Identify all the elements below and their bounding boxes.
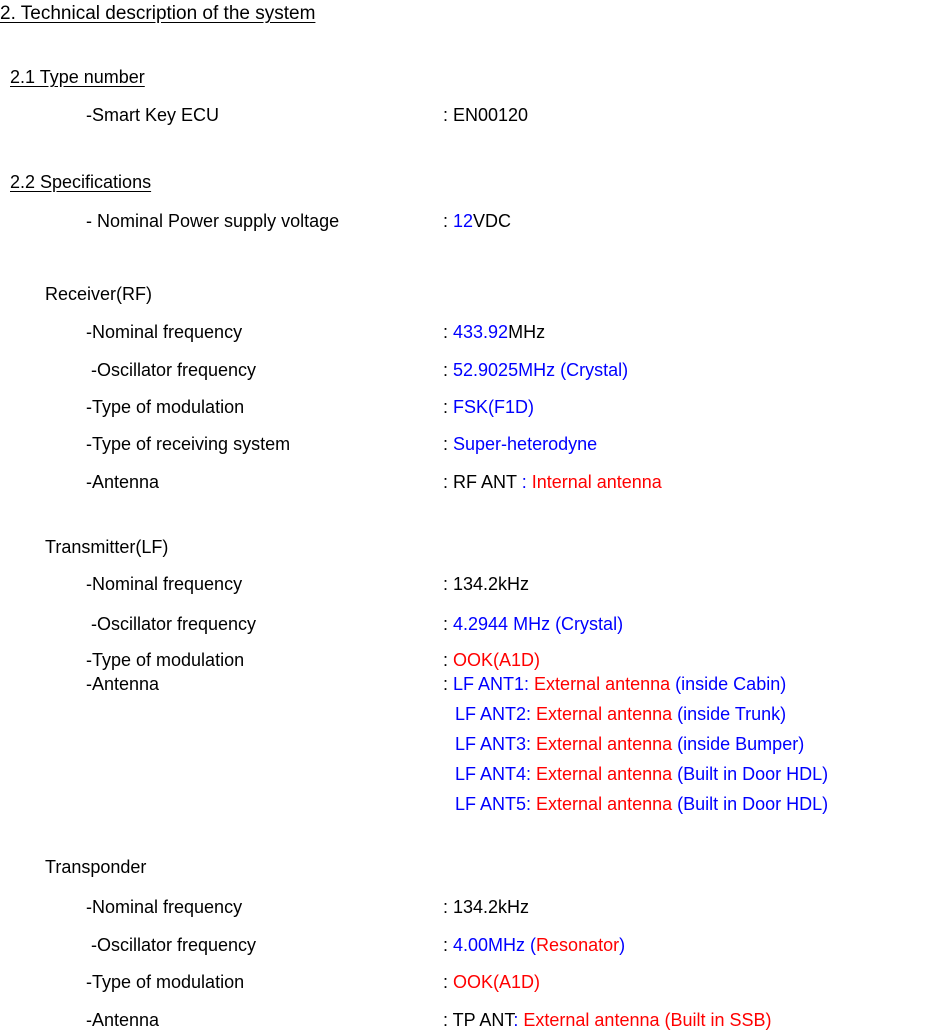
spec-value-transmitter-0: : 134.2kHz <box>443 575 529 593</box>
spec-value-receiver-4-part-2: Internal antenna <box>526 472 662 492</box>
spec-value-specifications-0: : 12VDC <box>443 212 511 230</box>
spec-label-receiver-4: -Antenna <box>86 472 160 492</box>
section-heading-specifications: 2.2 Specifications <box>10 172 152 192</box>
antenna-continuation-5-part-1: External antenna <box>536 794 678 814</box>
antenna-continuation-5-part-2: (Built in Door HDL) <box>677 794 829 814</box>
spec-label-transmitter-1: -Oscillator frequency <box>86 614 257 634</box>
antenna-continuation-3-part-0: LF ANT3: <box>455 734 537 754</box>
spec-value-transponder-0-part-0: : 134.2kHz <box>443 897 530 917</box>
antenna-continuation-4-part-2: (Built in Door HDL) <box>677 764 829 784</box>
spec-value-transponder-1-part-2: Resonator <box>536 935 620 955</box>
spec-label-transmitter-0: -Nominal frequency <box>86 574 243 594</box>
spec-value-transmitter-1: : 4.2944 MHz (Crystal) <box>443 615 623 633</box>
section-heading-type-number: 2.1 Type number <box>10 67 145 87</box>
group-heading-transmitter: Transmitter(LF) <box>45 537 169 557</box>
spec-label-receiver-0: -Nominal frequency <box>86 322 243 342</box>
antenna-continuation-5-part-0: LF ANT5: <box>455 794 537 814</box>
spec-value-transponder-3-part-2: External antenna (Built in SSB) <box>518 1010 772 1030</box>
antenna-continuation-line-4: LF ANT4: External antenna (Built in Door… <box>455 765 828 783</box>
spec-value-type-number-0-part-0: : EN00120 <box>443 105 529 125</box>
spec-value-transponder-1: : 4.00MHz (Resonator) <box>443 936 625 954</box>
spec-value-receiver-0-part-1: 433.92 <box>453 322 509 342</box>
spec-value-receiver-3-part-0: : <box>443 434 454 454</box>
spec-value-transponder-1-part-0: : <box>443 935 454 955</box>
spec-value-receiver-2: : FSK(F1D) <box>443 398 534 416</box>
antenna-continuation-2-part-2: (inside Trunk) <box>677 704 787 724</box>
antenna-continuation-4-part-1: External antenna <box>536 764 678 784</box>
spec-value-type-number-0: : EN00120 <box>443 106 528 124</box>
spec-label-transponder-3: -Antenna <box>86 1010 160 1030</box>
spec-value-transponder-0: : 134.2kHz <box>443 898 529 916</box>
spec-value-transmitter-2-part-0: : <box>443 650 454 670</box>
spec-value-transponder-3: : TP ANT: External antenna (Built in SSB… <box>443 1011 772 1029</box>
spec-value-receiver-2-part-0: : <box>443 397 454 417</box>
spec-value-transmitter-2-part-1: OOK(A1D) <box>453 650 541 670</box>
spec-value-transmitter-3-part-3: (inside Cabin) <box>675 674 787 694</box>
antenna-continuation-2-part-0: LF ANT2: <box>455 704 537 724</box>
spec-value-receiver-4-part-0: : RF ANT <box>443 472 522 492</box>
antenna-continuation-3-part-2: (inside Bumper) <box>677 734 805 754</box>
spec-label-receiver-3: -Type of receiving system <box>86 434 291 454</box>
spec-label-receiver-2: -Type of modulation <box>86 397 245 417</box>
spec-value-receiver-0: : 433.92MHz <box>443 323 545 341</box>
spec-label-receiver-1: -Oscillator frequency <box>86 360 257 380</box>
spec-label-transponder-2: -Type of modulation <box>86 972 245 992</box>
spec-value-transmitter-0-part-0: : 134.2kHz <box>443 574 530 594</box>
spec-value-specifications-0-part-1: 12 <box>453 211 474 231</box>
group-heading-receiver: Receiver(RF) <box>45 284 153 304</box>
spec-label-specifications-0: - Nominal Power supply voltage <box>86 211 340 231</box>
spec-value-transponder-2-part-0: : <box>443 972 454 992</box>
spec-value-receiver-4: : RF ANT : Internal antenna <box>443 473 662 491</box>
page-title: 2. Technical description of the system <box>0 3 316 24</box>
antenna-continuation-line-2: LF ANT2: External antenna (inside Trunk) <box>455 705 786 723</box>
spec-value-receiver-1-part-1: 52.9025MHz (Crystal) <box>453 360 629 380</box>
spec-value-transmitter-2: : OOK(A1D) <box>443 651 540 669</box>
spec-value-transmitter-3-part-0: : <box>443 674 454 694</box>
spec-value-receiver-0-part-2: MHz <box>508 322 546 342</box>
spec-value-transponder-3-part-0: : TP ANT <box>443 1010 514 1030</box>
spec-value-receiver-0-part-0: : <box>443 322 454 342</box>
spec-value-transmitter-3-part-1: LF ANT1: <box>453 674 535 694</box>
spec-value-transmitter-3: : LF ANT1: External antenna (inside Cabi… <box>443 675 786 693</box>
spec-value-specifications-0-part-0: : <box>443 211 454 231</box>
spec-value-receiver-1: : 52.9025MHz (Crystal) <box>443 361 628 379</box>
spec-value-transmitter-1-part-1: 4.2944 MHz (Crystal) <box>453 614 624 634</box>
spec-value-receiver-2-part-1: FSK(F1D) <box>453 397 535 417</box>
spec-label-transmitter-3: -Antenna <box>86 674 160 694</box>
spec-value-transmitter-1-part-0: : <box>443 614 454 634</box>
document-page: 2. Technical description of the system 2… <box>0 0 932 1033</box>
spec-value-transmitter-3-part-2: External antenna <box>534 674 676 694</box>
spec-value-transponder-2-part-1: OOK(A1D) <box>453 972 541 992</box>
spec-value-receiver-1-part-0: : <box>443 360 454 380</box>
spec-label-transmitter-2: -Type of modulation <box>86 650 245 670</box>
antenna-continuation-4-part-0: LF ANT4: <box>455 764 537 784</box>
antenna-continuation-line-3: LF ANT3: External antenna (inside Bumper… <box>455 735 804 753</box>
spec-value-receiver-3: : Super-heterodyne <box>443 435 597 453</box>
antenna-continuation-line-5: LF ANT5: External antenna (Built in Door… <box>455 795 828 813</box>
group-heading-transponder: Transponder <box>45 857 147 877</box>
spec-value-transponder-1-part-1: 4.00MHz ( <box>453 935 537 955</box>
spec-value-specifications-0-part-2: VDC <box>473 211 512 231</box>
spec-value-receiver-3-part-1: Super-heterodyne <box>453 434 598 454</box>
spec-label-transponder-0: -Nominal frequency <box>86 897 243 917</box>
spec-value-transponder-2: : OOK(A1D) <box>443 973 540 991</box>
antenna-continuation-2-part-1: External antenna <box>536 704 678 724</box>
spec-value-transponder-1-part-3: ) <box>619 935 626 955</box>
spec-label-type-number-0: -Smart Key ECU <box>86 105 220 125</box>
spec-label-transponder-1: -Oscillator frequency <box>86 935 257 955</box>
antenna-continuation-3-part-1: External antenna <box>536 734 678 754</box>
